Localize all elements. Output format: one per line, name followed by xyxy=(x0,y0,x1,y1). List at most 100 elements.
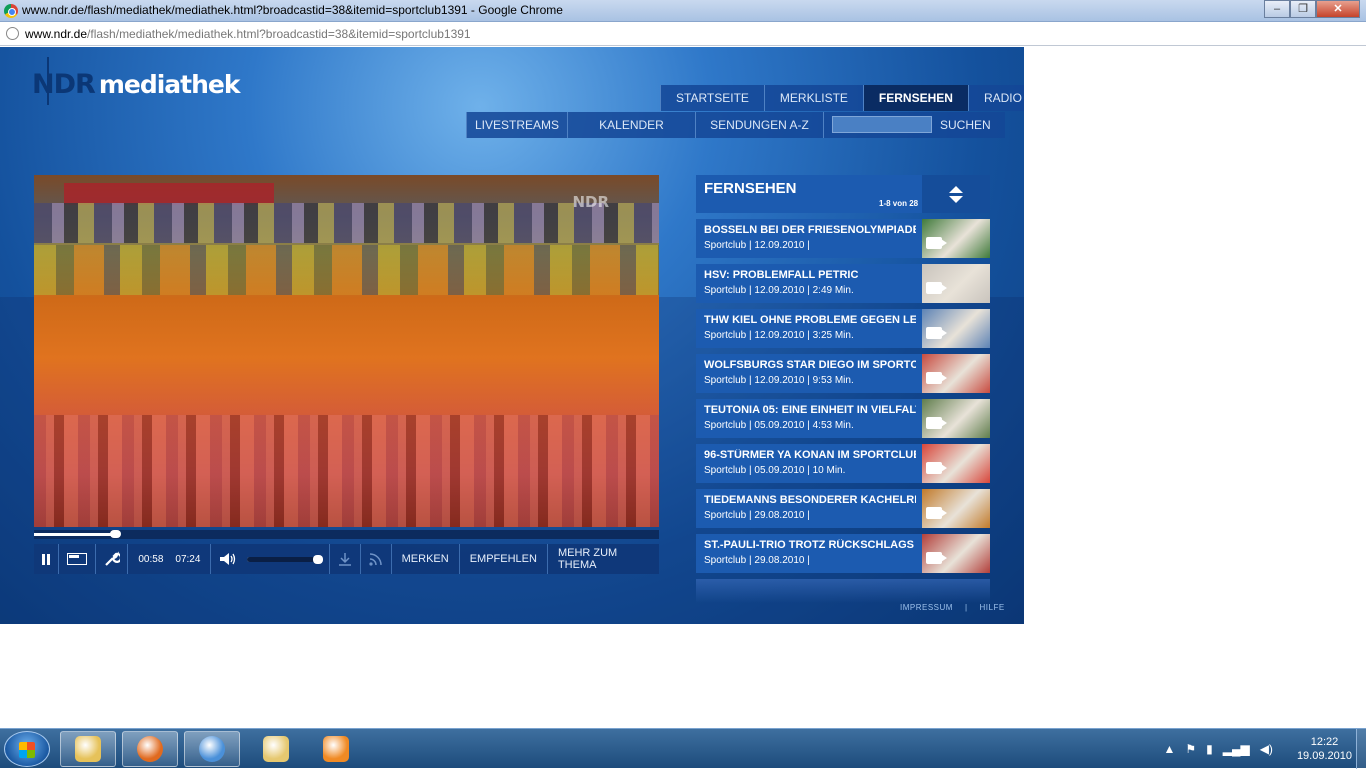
firefox-icon xyxy=(137,736,163,762)
playlist-item-thumbnail[interactable] xyxy=(922,264,990,303)
explorer-icon xyxy=(263,736,289,762)
speaker-icon[interactable] xyxy=(219,552,237,566)
video-player[interactable]: NDR xyxy=(34,175,659,527)
video-frame-region xyxy=(34,415,659,527)
taskbar-explorer-button[interactable] xyxy=(248,731,304,767)
playlist-item-meta: Sportclub | 12.09.2010 | 2:49 Min. xyxy=(704,285,854,296)
nav-startseite[interactable]: STARTSEITE xyxy=(660,85,764,111)
video-progress-bar[interactable] xyxy=(34,530,659,539)
volume-icon[interactable]: ◀) xyxy=(1260,742,1273,756)
nav-fernsehen[interactable]: FERNSEHEN xyxy=(862,85,968,111)
outlook-icon xyxy=(75,736,101,762)
playlist: BOSSELN BEI DER FRIESENOLYMPIADE Sportclu… xyxy=(696,219,990,579)
video-frame-region xyxy=(34,245,659,295)
playlist-item-thumbnail[interactable] xyxy=(922,534,990,573)
nav-livestreams[interactable]: LIVESTREAMS xyxy=(466,112,567,138)
page-footer: IMPRESSUM | HILFE xyxy=(894,603,1011,612)
volume-control[interactable] xyxy=(211,544,330,574)
page-info-icon[interactable] xyxy=(6,27,19,40)
primary-nav: STARTSEITE MERKLISTE FERNSEHEN RADIO xyxy=(660,85,1024,111)
scroll-down-icon[interactable] xyxy=(949,195,963,203)
pause-icon xyxy=(42,553,51,565)
playlist-item-meta: Sportclub | 12.09.2010 | xyxy=(704,240,810,251)
playlist-item[interactable]: 96-STÜRMER YA KONAN IM SPORTCLUB Sportclu… xyxy=(696,444,990,483)
volume-handle[interactable] xyxy=(313,554,324,564)
playlist-scroll[interactable] xyxy=(922,175,990,213)
taskbar-firefox-button[interactable] xyxy=(122,731,178,767)
pause-button[interactable] xyxy=(34,544,60,574)
windows-logo-icon xyxy=(19,742,35,758)
maximize-button[interactable]: ❐ xyxy=(1290,0,1316,18)
show-desktop-button[interactable] xyxy=(1356,729,1366,769)
playlist-item-thumbnail[interactable] xyxy=(922,219,990,258)
playlist-item-meta: Sportclub | 05.09.2010 | 10 Min. xyxy=(704,465,846,476)
merken-button[interactable]: MERKEN xyxy=(392,544,460,574)
playlist-item-thumbnail[interactable] xyxy=(922,354,990,393)
mehr-zum-thema-button[interactable]: MEHR ZUM THEMA xyxy=(548,544,659,574)
minimize-button[interactable]: – xyxy=(1264,0,1290,18)
start-button[interactable] xyxy=(4,731,50,767)
download-button[interactable] xyxy=(330,544,361,574)
taskbar-media-player-button[interactable] xyxy=(308,731,364,767)
logo-ndr: NDR xyxy=(32,57,96,105)
settings-button[interactable] xyxy=(96,544,129,574)
playlist-item-thumbnail[interactable] xyxy=(922,444,990,483)
volume-slider[interactable] xyxy=(247,554,324,564)
playlist-item-thumbnail[interactable] xyxy=(922,399,990,438)
nav-radio[interactable]: RADIO xyxy=(967,85,1024,111)
playlist-item[interactable]: ST.-PAULI-TRIO TROTZ RÜCKSCHLAGS O... Spo… xyxy=(696,534,990,573)
search-button[interactable]: SUCHEN xyxy=(938,112,1005,138)
battery-icon[interactable]: ▮ xyxy=(1206,742,1213,756)
taskbar: ▲ ⚑ ▮ ▂▄▆ ◀) 12:22 19.09.2010 xyxy=(0,728,1366,769)
video-camera-icon xyxy=(926,282,942,294)
taskbar-outlook-button[interactable] xyxy=(60,731,116,767)
playlist-item-title: THW KIEL OHNE PROBLEME GEGEN LEMGO xyxy=(704,314,916,326)
current-time: 00:58 xyxy=(138,553,164,565)
playlist-item[interactable]: HSV: PROBLEMFALL PETRIC Sportclub | 12.09… xyxy=(696,264,990,303)
network-signal-icon[interactable]: ▂▄▆ xyxy=(1223,742,1250,756)
video-camera-icon xyxy=(926,552,942,564)
empfehlen-button[interactable]: EMPFEHLEN xyxy=(460,544,548,574)
nav-merkliste[interactable]: MERKLISTE xyxy=(763,85,863,111)
address-bar[interactable]: www.ndr.de/flash/mediathek/mediathek.htm… xyxy=(0,22,1366,46)
nav-kalender[interactable]: KALENDER xyxy=(567,112,695,138)
chrome-icon xyxy=(4,4,18,18)
scroll-up-icon[interactable] xyxy=(949,185,963,193)
playlist-item-title: TIEDEMANNS BESONDERER KACHELREPO... xyxy=(704,494,916,506)
player-controls: 00:58 07:24 MERKEN EMPFEHLEN MEHR ZUM TH… xyxy=(34,544,659,574)
playlist-item-meta: Sportclub | 29.08.2010 | xyxy=(704,555,810,566)
progress-handle[interactable] xyxy=(110,530,121,538)
ndr-mediathek-logo[interactable]: NDR mediathek xyxy=(32,57,241,105)
playlist-item-meta: Sportclub | 12.09.2010 | 9:53 Min. xyxy=(704,375,854,386)
playlist-item[interactable]: TEUTONIA 05: EINE EINHEIT IN VIELFALT Spo… xyxy=(696,399,990,438)
playlist-item-thumbnail[interactable] xyxy=(922,309,990,348)
hilfe-link[interactable]: HILFE xyxy=(980,603,1005,612)
nav-sendungen-a-z[interactable]: SENDUNGEN A-Z xyxy=(695,112,823,138)
video-camera-icon xyxy=(926,327,942,339)
playlist-item[interactable]: BOSSELN BEI DER FRIESENOLYMPIADE Sportclu… xyxy=(696,219,990,258)
url-host: www.ndr.de xyxy=(25,27,88,41)
taskbar-chrome-button[interactable] xyxy=(184,731,240,767)
playlist-item-meta: Sportclub | 29.08.2010 | xyxy=(704,510,810,521)
wrench-icon xyxy=(104,551,120,566)
action-center-flag-icon[interactable]: ⚑ xyxy=(1185,742,1196,756)
logo-mediathek: mediathek xyxy=(98,70,241,99)
playlist-fade xyxy=(696,579,990,603)
clock[interactable]: 12:22 19.09.2010 xyxy=(1297,735,1352,763)
search-input[interactable] xyxy=(832,116,932,133)
window-controls: – ❐ ✕ xyxy=(1264,0,1360,18)
playlist-item[interactable]: WOLFSBURGS STAR DIEGO IM SPORTCL... Sport… xyxy=(696,354,990,393)
close-button[interactable]: ✕ xyxy=(1316,0,1360,18)
impressum-link[interactable]: IMPRESSUM xyxy=(900,603,953,612)
footer-separator: | xyxy=(964,603,968,612)
url-field[interactable]: www.ndr.de/flash/mediathek/mediathek.htm… xyxy=(25,27,471,41)
fullscreen-button[interactable] xyxy=(59,544,96,574)
show-hidden-icons-icon[interactable]: ▲ xyxy=(1163,742,1175,756)
playlist-item[interactable]: TIEDEMANNS BESONDERER KACHELREPO... Sport… xyxy=(696,489,990,528)
playlist-item[interactable]: THW KIEL OHNE PROBLEME GEGEN LEMGO Sportc… xyxy=(696,309,990,348)
playlist-item-meta: Sportclub | 12.09.2010 | 3:25 Min. xyxy=(704,330,854,341)
media-player-icon xyxy=(323,736,349,762)
video-camera-icon xyxy=(926,507,942,519)
playlist-item-thumbnail[interactable] xyxy=(922,489,990,528)
podcast-button[interactable] xyxy=(361,544,392,574)
